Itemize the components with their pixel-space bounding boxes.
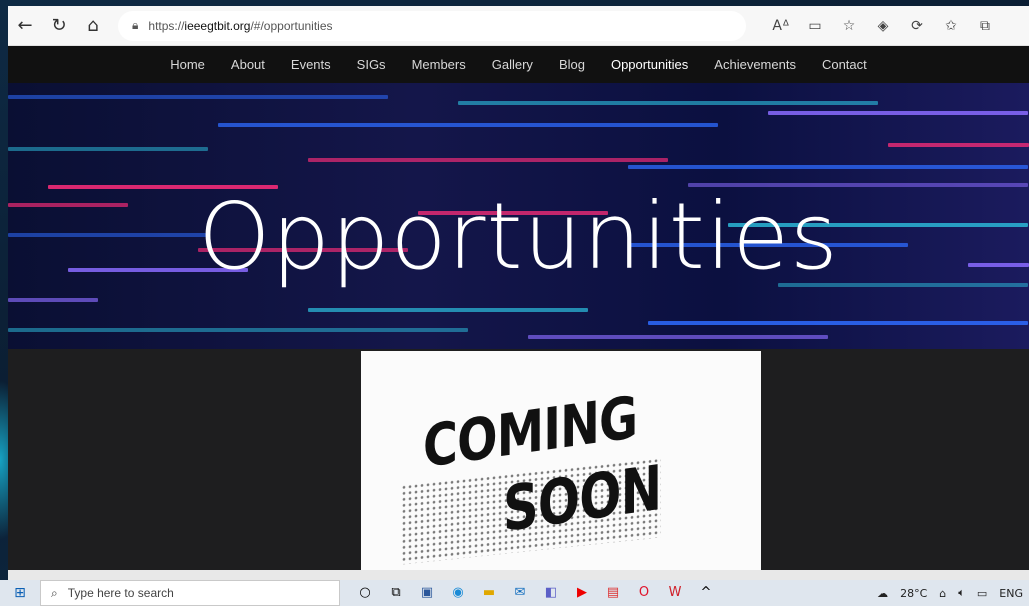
read-aloud-icon[interactable]: Aᐞ [764,18,798,34]
light-streak [648,321,1028,325]
light-streak [8,328,468,332]
keyboard-icon[interactable]: ▭ [977,587,987,600]
lock-icon[interactable]: 🔒︎ [132,18,138,33]
light-streak [458,101,878,105]
url-host: ieeegtbit.org [184,18,251,33]
immersive-reader-icon[interactable]: ▭ [798,18,832,34]
url-path: /#/opportunities [250,18,333,33]
windows-start-icon[interactable]: ⊞ [0,585,40,601]
hero-banner: Opportunities [8,83,1029,349]
nav-blog[interactable]: Blog [559,51,585,78]
file-explorer-icon[interactable]: ▬ [474,583,504,603]
nav-opportunities[interactable]: Opportunities [596,51,703,86]
copilot-icon[interactable]: ⟳ [900,18,934,34]
volume-icon[interactable]: 🔈︎ [958,586,965,600]
nav-home[interactable]: Home [170,51,205,78]
search-icon: ⌕ [51,585,58,600]
language-indicator[interactable]: ENG [999,587,1023,600]
taskbar-search[interactable]: ⌕ Type here to search [40,580,340,606]
site-nav: Home About Events SIGs Members Gallery B… [8,46,1029,86]
light-streak [218,123,718,127]
cortana-icon[interactable]: ○ [350,583,380,603]
collections-icon[interactable]: ⧉ [968,18,1002,34]
light-streak [8,95,388,99]
wps-app-icon[interactable]: W [660,583,690,603]
refresh-icon[interactable]: ↻ [42,9,76,43]
word-app-icon[interactable]: ▣ [412,583,442,603]
network-icon[interactable]: ⌂ [939,587,946,600]
hero-title: Opportunities [198,183,839,290]
address-bar[interactable]: 🔒︎ https:// ieeegtbit.org /#/opportuniti… [118,10,746,41]
add-favorite-icon[interactable]: ☆ [832,18,866,34]
nav-contact[interactable]: Contact [822,51,867,78]
nav-sigs[interactable]: SIGs [357,51,386,78]
task-view-icon[interactable]: ⧉ [381,583,411,603]
nav-gallery[interactable]: Gallery [492,51,533,78]
light-streak [308,158,668,162]
light-streak [888,143,1029,147]
temperature[interactable]: 28°C [900,587,927,600]
favorites-icon[interactable]: ✩ [934,18,968,34]
nav-members[interactable]: Members [412,51,466,78]
nav-about[interactable]: About [231,51,265,78]
nav-achievements[interactable]: Achievements [714,51,796,78]
opera-app-icon[interactable]: O [629,583,659,603]
nav-events[interactable]: Events [291,51,331,78]
edge-app-icon[interactable]: ◉ [443,583,473,603]
horizontal-scrollbar[interactable] [8,570,1029,580]
light-streak [768,111,1028,115]
light-streak [8,147,208,151]
url-prefix: https:// [148,18,185,33]
browser-window: ← ↻ ⌂ 🔒︎ https:// ieeegtbit.org /#/oppor… [8,6,1029,570]
system-tray: ☁ 28°C ⌂ 🔈︎ ▭ ENG [865,586,1029,600]
light-streak [8,298,98,302]
show-hidden-icon[interactable]: ^ [691,583,721,603]
back-arrow-icon[interactable]: ← [8,9,42,43]
browser-toolbar: ← ↻ ⌂ 🔒︎ https:// ieeegtbit.org /#/oppor… [8,6,1029,46]
news-app-icon[interactable]: ▤ [598,583,628,603]
teams-app-icon[interactable]: ◧ [536,583,566,603]
light-streak [528,335,828,339]
home-icon[interactable]: ⌂ [76,9,110,43]
weather-icon[interactable]: ☁ [877,587,888,600]
light-streak [308,308,588,312]
website: Home About Events SIGs Members Gallery B… [8,46,1029,570]
light-streak [628,165,1028,169]
youtube-app-icon[interactable]: ▶ [567,583,597,603]
coming-soon-poster: COMING SOON [361,351,761,570]
extensions-icon[interactable]: ◈ [866,18,900,34]
mail-app-icon[interactable]: ✉ [505,583,535,603]
search-placeholder: Type here to search [67,586,174,600]
taskbar: ⊞ ⌕ Type here to search ○ ⧉ ▣ ◉ ▬ ✉ ◧ ▶ … [0,580,1029,606]
